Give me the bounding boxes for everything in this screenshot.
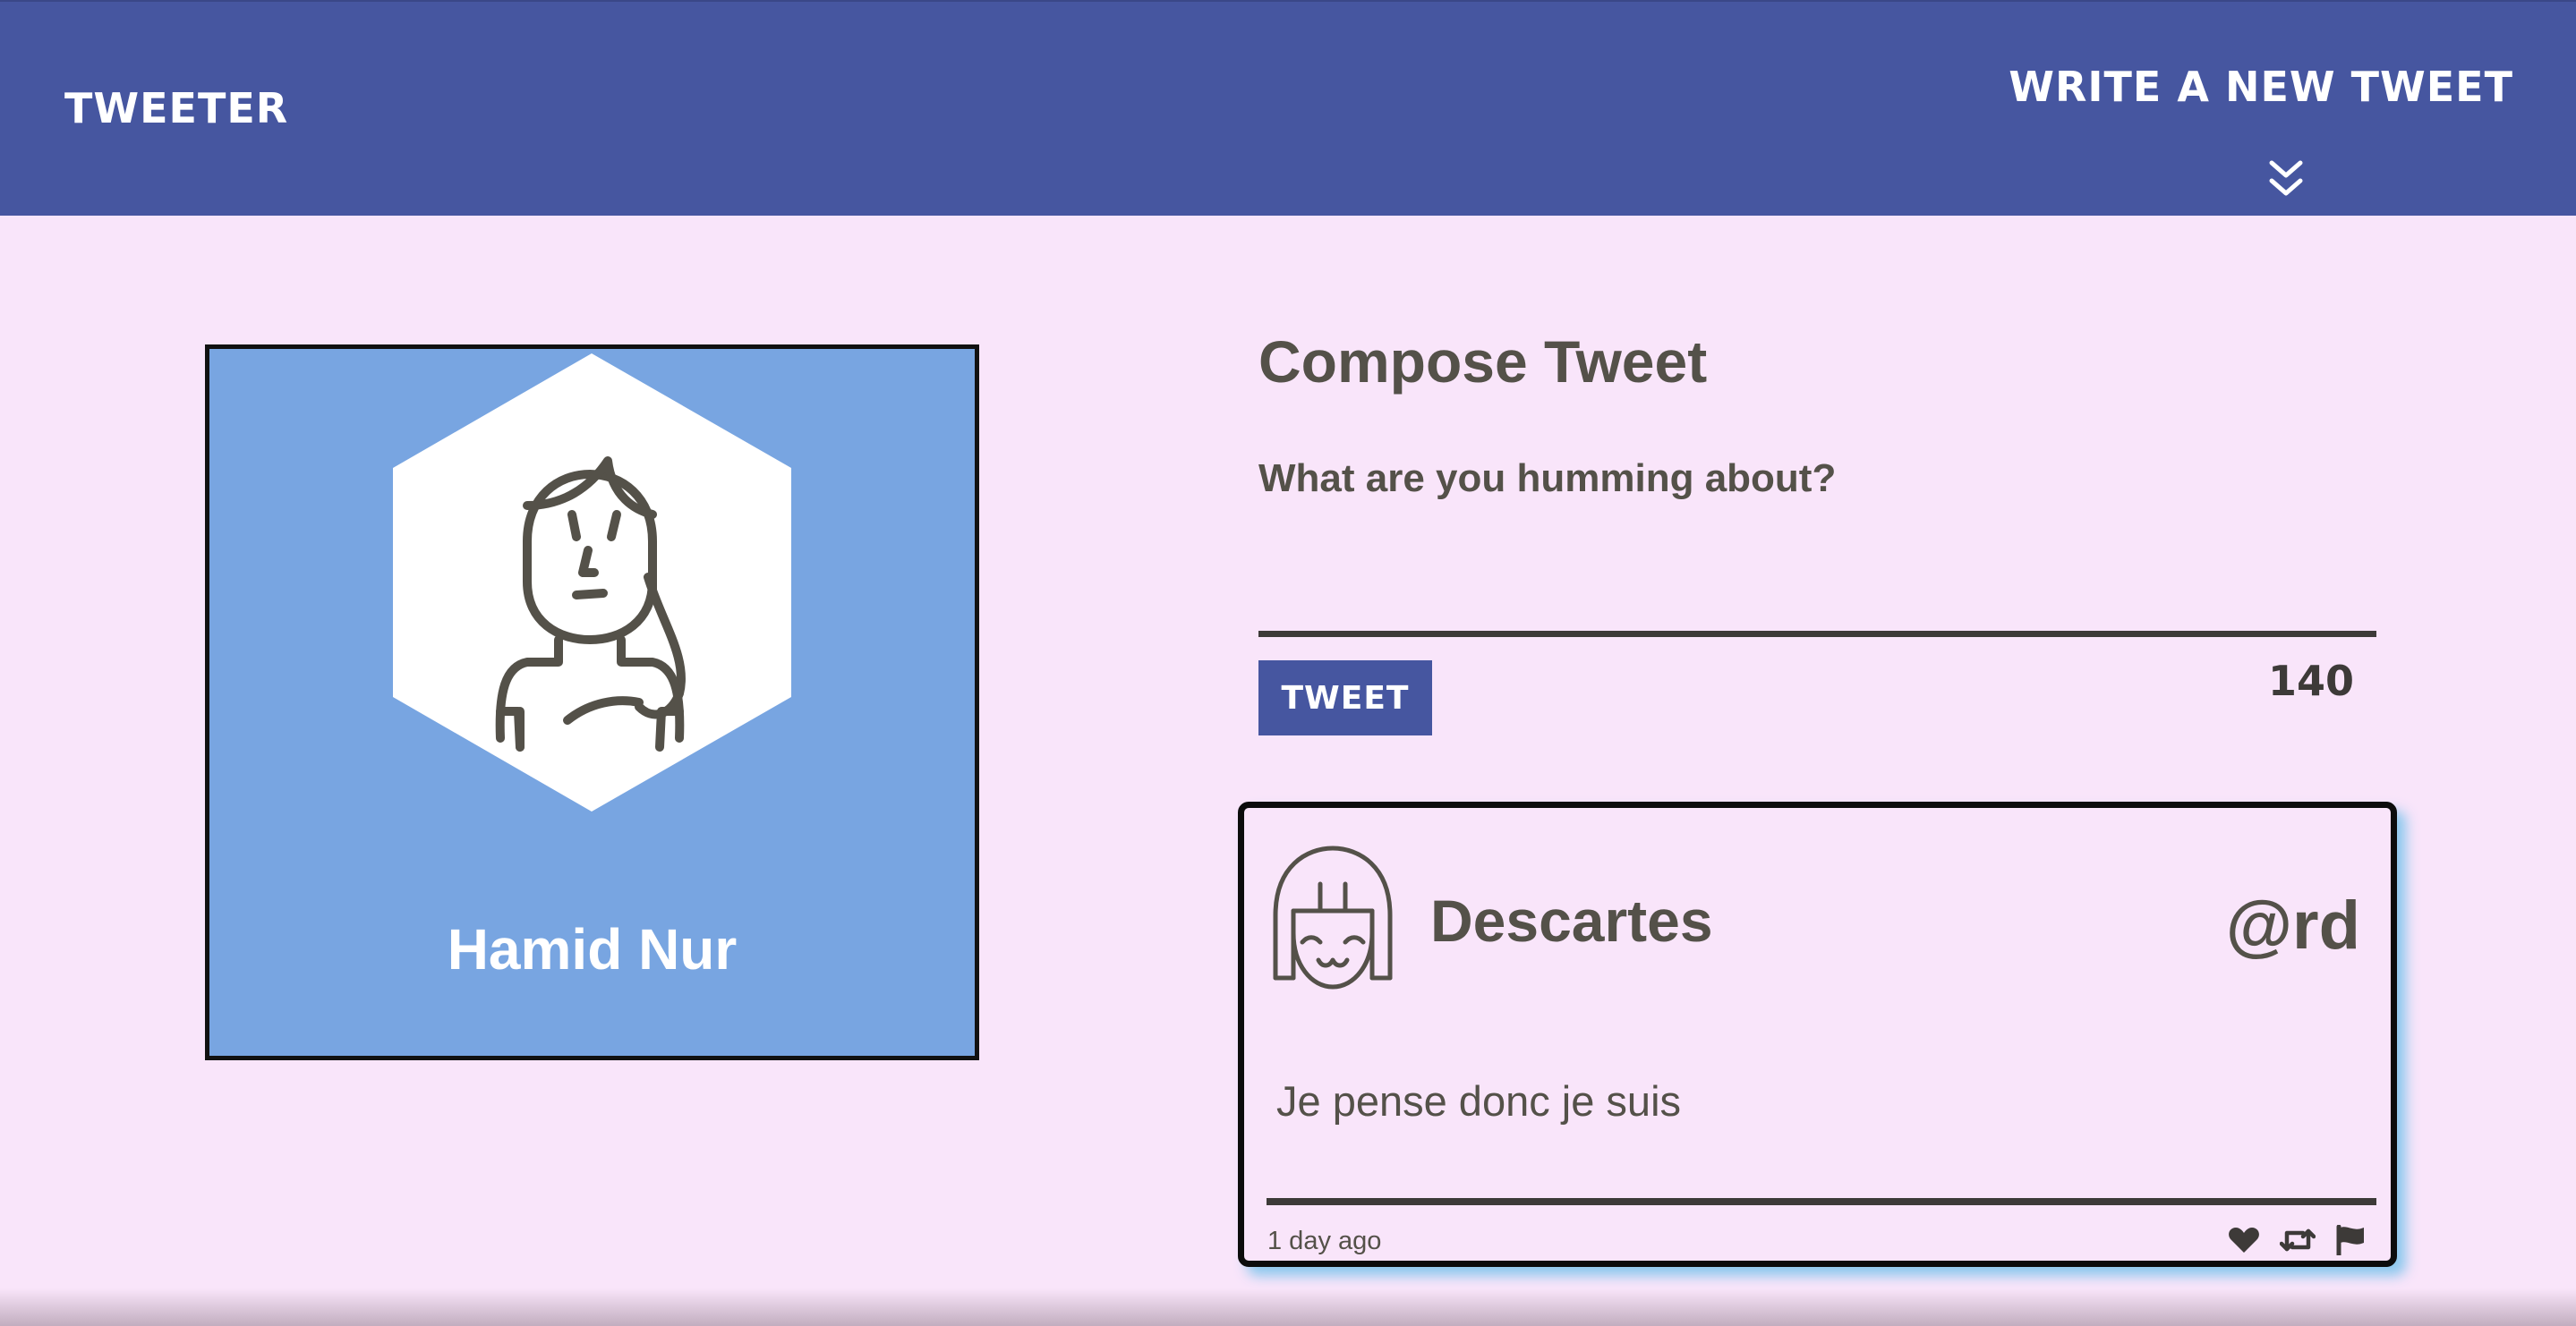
tweet-author-name: Descartes	[1430, 888, 1713, 954]
top-nav: Tweeter Write a new tweet	[0, 0, 2576, 216]
tweet-text-input[interactable]	[1258, 519, 2376, 637]
character-counter: 140	[2267, 657, 2354, 705]
tweet-body: Je pense donc je suis	[1276, 1077, 1682, 1125]
tweet-card: Descartes @rd Je pense donc je suis 1 da…	[1238, 802, 2397, 1267]
write-new-tweet-label[interactable]: Write a new tweet	[2009, 63, 2513, 111]
tweet-author-handle: @rd	[2225, 888, 2360, 964]
tweet-submit-button[interactable]: Tweet	[1258, 660, 1432, 735]
profile-card: Hamid Nur	[205, 344, 979, 1060]
user-avatar-icon	[393, 353, 791, 812]
tweet-timestamp: 1 day ago	[1267, 1227, 1382, 1255]
double-chevron-down-icon[interactable]	[2268, 159, 2304, 199]
tweet-actions	[2228, 1225, 2366, 1255]
heart-icon[interactable]	[2228, 1226, 2260, 1254]
write-new-tweet-toggle[interactable]: Write a new tweet	[2009, 63, 2513, 111]
flag-icon[interactable]	[2335, 1225, 2366, 1255]
tweet-divider	[1267, 1198, 2376, 1205]
compose-title: Compose Tweet	[1258, 328, 1708, 395]
profile-name: Hamid Nur	[447, 917, 738, 982]
retweet-icon[interactable]	[2280, 1226, 2316, 1254]
compose-label: What are you humming about?	[1258, 456, 1837, 500]
page-bottom-edge	[0, 1288, 2576, 1326]
user-avatar-icon	[1273, 846, 1393, 990]
brand-logo[interactable]: Tweeter	[64, 84, 288, 132]
